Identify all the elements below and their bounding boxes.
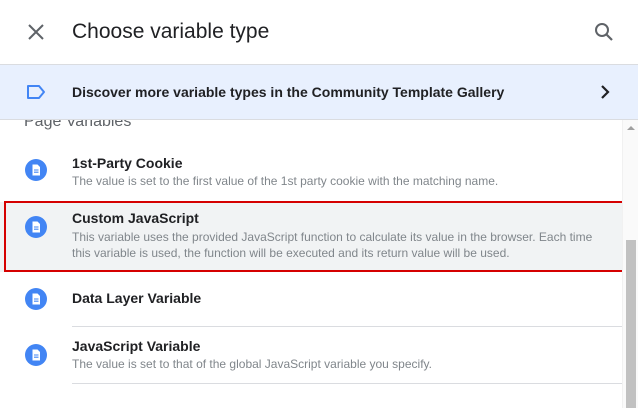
document-icon xyxy=(25,288,47,310)
item-name: Custom JavaScript xyxy=(72,210,199,226)
document-icon xyxy=(25,344,47,366)
close-icon[interactable] xyxy=(24,20,48,44)
section-title: Page Variables xyxy=(24,120,132,130)
item-name: 1st-Party Cookie xyxy=(72,155,183,171)
chevron-right-icon xyxy=(601,85,610,99)
list-item-custom-javascript[interactable]: Custom JavaScript This variable uses the… xyxy=(0,202,622,272)
item-description: This variable uses the provided JavaScri… xyxy=(72,230,593,260)
close-button[interactable] xyxy=(24,20,48,44)
list-item-1st-party-cookie[interactable]: 1st-Party Cookie The value is set to the… xyxy=(0,140,622,202)
item-description: The value is set to the first value of t… xyxy=(72,174,499,188)
search-icon[interactable] xyxy=(592,20,616,44)
dialog-title: Choose variable type xyxy=(72,20,270,43)
label-tag-icon xyxy=(27,85,45,99)
list-item-javascript-variable[interactable]: JavaScript Variable The value is set to … xyxy=(0,327,622,385)
item-name: JavaScript Variable xyxy=(72,338,201,354)
banner-text: Discover more variable types in the Comm… xyxy=(72,84,505,100)
document-icon xyxy=(25,159,47,181)
search-button[interactable] xyxy=(592,20,616,44)
list-item-data-layer-variable[interactable]: Data Layer Variable xyxy=(0,272,622,327)
variable-type-list[interactable]: Page Variables 1st-Party Cookie The valu… xyxy=(0,120,638,408)
item-name: Data Layer Variable xyxy=(72,290,202,306)
document-icon xyxy=(25,216,47,238)
scrollbar[interactable] xyxy=(622,120,638,408)
scrollbar-thumb[interactable] xyxy=(626,240,636,408)
item-description: The value is set to that of the global J… xyxy=(72,357,432,371)
community-gallery-banner[interactable]: Discover more variable types in the Comm… xyxy=(0,64,638,120)
dialog-header: Choose variable type xyxy=(0,0,638,64)
scroll-up-arrow-icon[interactable] xyxy=(627,124,635,132)
divider xyxy=(72,383,622,384)
